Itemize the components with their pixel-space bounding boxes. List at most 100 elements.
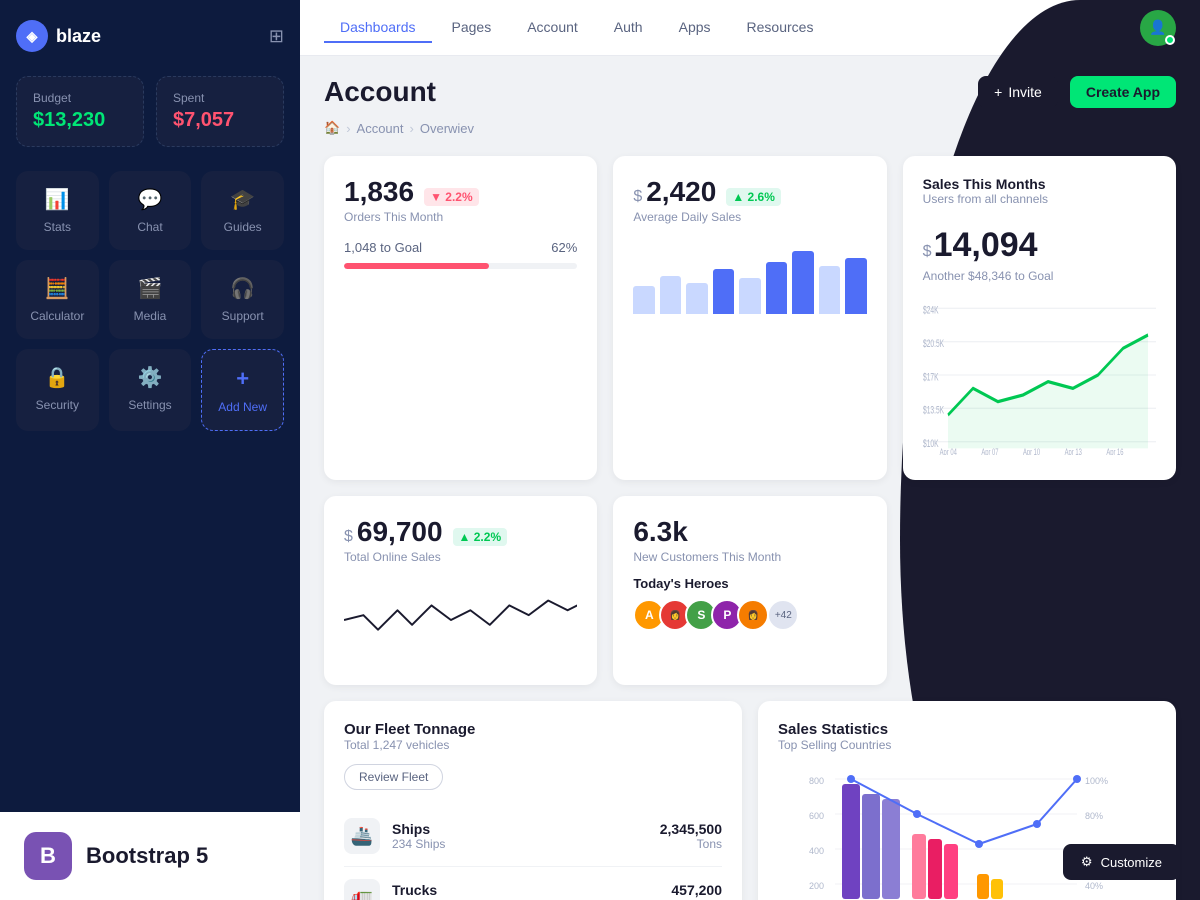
svg-text:$24K: $24K xyxy=(923,304,939,316)
ships-info: Ships 234 Ships xyxy=(392,821,660,851)
online-sales-card: $ 69,700 ▲ 2.2% Total Online Sales xyxy=(324,496,597,685)
budget-value: $13,230 xyxy=(33,109,127,132)
menu-icon[interactable]: ⊞ xyxy=(269,26,284,47)
heroes-section: Today's Heroes A 👩 S P 👩 +42 xyxy=(633,576,866,631)
daily-sales-card: $ 2,420 ▲ 2.6% Average Daily Sales xyxy=(613,156,886,480)
nav-tabs: Dashboards Pages Account Auth Apps Resou… xyxy=(324,13,829,43)
online-sales-label: Total Online Sales xyxy=(344,550,577,564)
trucks-info: Trucks 1,460 Trucks xyxy=(392,882,671,900)
ships-amount: 2,345,500 xyxy=(660,821,722,837)
bar-chart xyxy=(633,244,866,314)
hero-count: +42 xyxy=(767,599,799,631)
bar-1 xyxy=(633,286,654,314)
progress-row: 1,048 to Goal 62% xyxy=(344,240,577,255)
svg-text:400: 400 xyxy=(809,846,824,856)
customize-button[interactable]: ⚙ Customize xyxy=(1063,844,1180,880)
bar-8 xyxy=(819,266,840,314)
sidebar: ◈ blaze ⊞ Budget $13,230 Spent $7,057 📊 … xyxy=(0,0,300,900)
sales-line-chart: $24K $20.5K $17K $13.5K $10K Apr 04 Apr … xyxy=(923,295,1156,455)
trucks-icon: 🚛 xyxy=(344,879,380,900)
svg-text:Apr 07: Apr 07 xyxy=(981,447,998,455)
sidebar-item-support[interactable]: 🎧 Support xyxy=(201,260,284,339)
review-fleet-button[interactable]: Review Fleet xyxy=(344,764,443,790)
breadcrumb-account[interactable]: Account xyxy=(357,121,404,136)
heroes-avatars: A 👩 S P 👩 +42 xyxy=(633,599,866,631)
tab-apps[interactable]: Apps xyxy=(663,13,727,43)
security-icon: 🔒 xyxy=(45,365,70,390)
stats-label: Stats xyxy=(44,220,71,234)
guides-label: Guides xyxy=(224,220,262,234)
breadcrumb-home[interactable]: 🏠 xyxy=(324,120,340,136)
budget-row: Budget $13,230 Spent $7,057 xyxy=(16,76,284,147)
ships-value: 2,345,500 Tons xyxy=(660,821,722,851)
breadcrumb-current: Overwiev xyxy=(420,121,474,136)
add-icon: + xyxy=(236,366,249,392)
tab-auth[interactable]: Auth xyxy=(598,13,659,43)
sidebar-item-stats[interactable]: 📊 Stats xyxy=(16,171,99,250)
user-avatar[interactable]: 👤 xyxy=(1140,10,1176,46)
fleet-row-trucks: 🚛 Trucks 1,460 Trucks 457,200 Tons xyxy=(344,867,722,900)
stats-icon: 📊 xyxy=(45,187,70,212)
logo-icon: ◈ xyxy=(16,20,48,52)
stats-grid-2: $ 69,700 ▲ 2.2% Total Online Sales 6.3k … xyxy=(324,496,1176,685)
bar-9 xyxy=(845,258,866,314)
bar-7 xyxy=(792,251,813,314)
breadcrumb: 🏠 › Account › Overwiev xyxy=(324,120,1176,136)
logo-area: ◈ blaze xyxy=(16,20,101,52)
sidebar-item-guides[interactable]: 🎓 Guides xyxy=(201,171,284,250)
orders-value: 1,836 xyxy=(344,176,414,208)
svg-text:Apr 13: Apr 13 xyxy=(1064,447,1081,455)
sidebar-item-calculator[interactable]: 🧮 Calculator xyxy=(16,260,99,339)
tab-account[interactable]: Account xyxy=(511,13,594,43)
daily-sales-badge: ▲ 2.6% xyxy=(726,188,781,206)
guides-icon: 🎓 xyxy=(230,187,255,212)
create-app-button[interactable]: Create App xyxy=(1070,76,1176,108)
bootstrap-icon: B xyxy=(24,832,72,880)
progress-bar xyxy=(344,263,577,269)
security-label: Security xyxy=(36,398,79,412)
ships-sub: 234 Ships xyxy=(392,837,660,851)
progress-label: 1,048 to Goal xyxy=(344,240,422,255)
bar-5 xyxy=(739,278,760,314)
add-new-label: Add New xyxy=(218,400,267,414)
tab-dashboards[interactable]: Dashboards xyxy=(324,13,432,43)
page-header: Account + Invite Create App xyxy=(324,76,1176,108)
sidebar-item-security[interactable]: 🔒 Security xyxy=(16,349,99,431)
svg-text:$10K: $10K xyxy=(923,437,939,449)
svg-text:80%: 80% xyxy=(1085,811,1103,821)
svg-text:$17K: $17K xyxy=(923,371,939,383)
svg-text:Apr 16: Apr 16 xyxy=(1106,447,1123,455)
sidebar-item-chat[interactable]: 💬 Chat xyxy=(109,171,192,250)
media-icon: 🎬 xyxy=(138,276,163,301)
settings-icon: ⚙️ xyxy=(138,365,163,390)
sidebar-item-add-new[interactable]: + Add New xyxy=(201,349,284,431)
ships-icon: 🚢 xyxy=(344,818,380,854)
orders-badge: ▼ 2.2% xyxy=(424,188,479,206)
orders-label: Orders This Month xyxy=(344,210,577,224)
budget-card: Budget $13,230 xyxy=(16,76,144,147)
svg-text:40%: 40% xyxy=(1085,881,1103,891)
new-customers-label: New Customers This Month xyxy=(633,550,866,564)
tab-pages[interactable]: Pages xyxy=(436,13,508,43)
page-actions: + Invite Create App xyxy=(978,76,1176,108)
sales-month-subtitle: Users from all channels xyxy=(923,192,1156,206)
tab-resources[interactable]: Resources xyxy=(731,13,830,43)
support-icon: 🎧 xyxy=(230,276,255,301)
settings-label: Settings xyxy=(128,398,171,412)
wavy-chart xyxy=(344,580,577,660)
orders-card: 1,836 ▼ 2.2% Orders This Month 1,048 to … xyxy=(324,156,597,480)
spent-label: Spent xyxy=(173,91,267,105)
media-label: Media xyxy=(134,309,167,323)
sidebar-item-media[interactable]: 🎬 Media xyxy=(109,260,192,339)
new-customers-card: 6.3k New Customers This Month Today's He… xyxy=(613,496,886,685)
fleet-card: Our Fleet Tonnage Total 1,247 vehicles R… xyxy=(324,701,742,900)
svg-text:200: 200 xyxy=(809,881,824,891)
invite-button[interactable]: + Invite xyxy=(978,76,1058,108)
sales-month-card: Sales This Months Users from all channel… xyxy=(903,156,1176,480)
heroes-label: Today's Heroes xyxy=(633,576,866,591)
plus-icon: + xyxy=(994,84,1002,100)
bootstrap-badge: B Bootstrap 5 xyxy=(0,812,300,900)
sidebar-item-settings[interactable]: ⚙️ Settings xyxy=(109,349,192,431)
sales-month-title: Sales This Months xyxy=(923,176,1156,192)
bar-4 xyxy=(713,269,734,315)
